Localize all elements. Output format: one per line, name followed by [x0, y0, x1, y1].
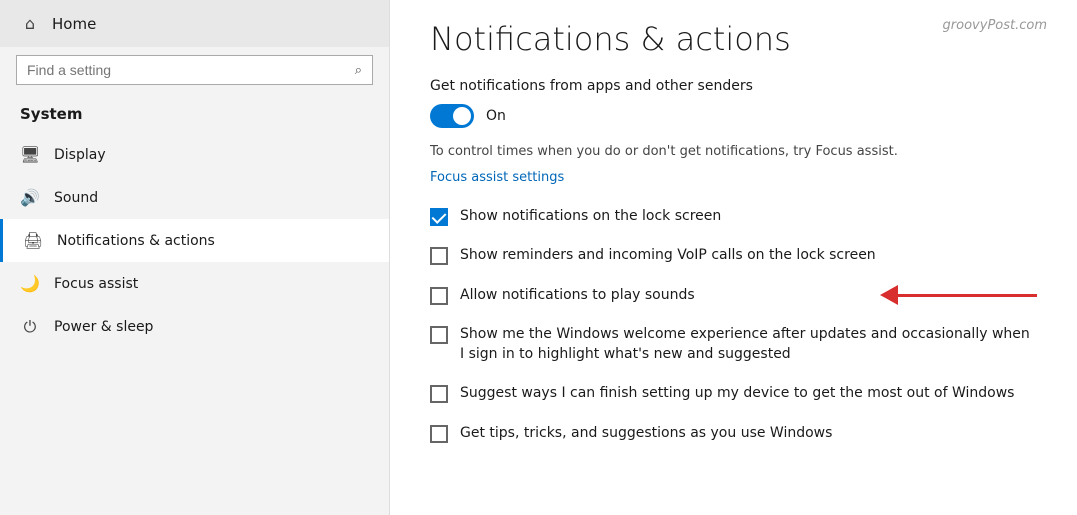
search-input[interactable] — [27, 62, 349, 78]
checkbox-row-lock-screen: Show notifications on the lock screen — [430, 203, 1037, 231]
checkbox-row-sounds: Allow notifications to play sounds — [430, 282, 1037, 310]
checkbox-tips[interactable] — [430, 425, 448, 443]
sidebar-item-label: Display — [54, 147, 106, 163]
focus-assist-link[interactable]: Focus assist settings — [430, 170, 564, 185]
notifications-toggle[interactable] — [430, 104, 474, 128]
checkbox-label-lock-screen: Show notifications on the lock screen — [460, 207, 721, 227]
home-icon: ⌂ — [20, 14, 40, 33]
sidebar-item-notifications[interactable]: 🖨 Notifications & actions — [0, 219, 389, 262]
sidebar-item-label: Power & sleep — [54, 319, 153, 335]
sidebar-item-focus[interactable]: 🌙 Focus assist — [0, 262, 389, 305]
power-icon: ⏻ — [20, 317, 40, 337]
sidebar-item-label: Focus assist — [54, 276, 138, 292]
watermark: groovyPost.com — [943, 18, 1047, 33]
sidebar-section-label: System — [0, 99, 389, 133]
sidebar-item-sound[interactable]: 🔊 Sound — [0, 176, 389, 219]
arrow-head — [880, 285, 898, 305]
checkbox-label-tips: Get tips, tricks, and suggestions as you… — [460, 424, 832, 444]
sound-icon: 🔊 — [20, 188, 40, 207]
search-icon[interactable]: ⌕ — [355, 63, 362, 78]
home-label: Home — [52, 15, 96, 33]
arrow-annotation — [880, 285, 1037, 305]
search-box[interactable]: ⌕ — [16, 55, 373, 85]
checkbox-sounds[interactable] — [430, 287, 448, 305]
arrow-line — [897, 294, 1037, 297]
sidebar-item-label: Notifications & actions — [57, 233, 215, 249]
checkbox-lock-screen[interactable] — [430, 208, 448, 226]
checkbox-reminders[interactable] — [430, 247, 448, 265]
checkbox-row-tips: Get tips, tricks, and suggestions as you… — [430, 420, 1037, 448]
toggle-row: On — [430, 104, 1037, 128]
checkbox-row-welcome: Show me the Windows welcome experience a… — [430, 321, 1037, 368]
checkbox-label-sounds: Allow notifications to play sounds — [460, 286, 695, 306]
notifications-icon: 🖨 — [23, 231, 43, 250]
display-icon: 🖥 — [20, 145, 40, 164]
checkbox-row-suggest: Suggest ways I can finish setting up my … — [430, 380, 1037, 408]
focus-icon: 🌙 — [20, 274, 40, 293]
toggle-label: On — [486, 108, 506, 124]
sidebar-home[interactable]: ⌂ Home — [0, 0, 389, 47]
checkbox-label-welcome: Show me the Windows welcome experience a… — [460, 325, 1037, 364]
checkbox-label-suggest: Suggest ways I can finish setting up my … — [460, 384, 1014, 404]
sidebar-item-display[interactable]: 🖥 Display — [0, 133, 389, 176]
focus-description: To control times when you do or don't ge… — [430, 142, 1037, 162]
checkbox-suggest[interactable] — [430, 385, 448, 403]
checkbox-label-reminders: Show reminders and incoming VoIP calls o… — [460, 246, 876, 266]
main-content: groovyPost.com Notifications & actions G… — [390, 0, 1077, 515]
checkbox-welcome[interactable] — [430, 326, 448, 344]
sidebar-item-power[interactable]: ⏻ Power & sleep — [0, 305, 389, 349]
sidebar-item-label: Sound — [54, 190, 98, 206]
checkbox-row-reminders: Show reminders and incoming VoIP calls o… — [430, 242, 1037, 270]
sidebar: ⌂ Home ⌕ System 🖥 Display 🔊 Sound 🖨 Noti… — [0, 0, 390, 515]
toggle-section-label: Get notifications from apps and other se… — [430, 78, 1037, 94]
